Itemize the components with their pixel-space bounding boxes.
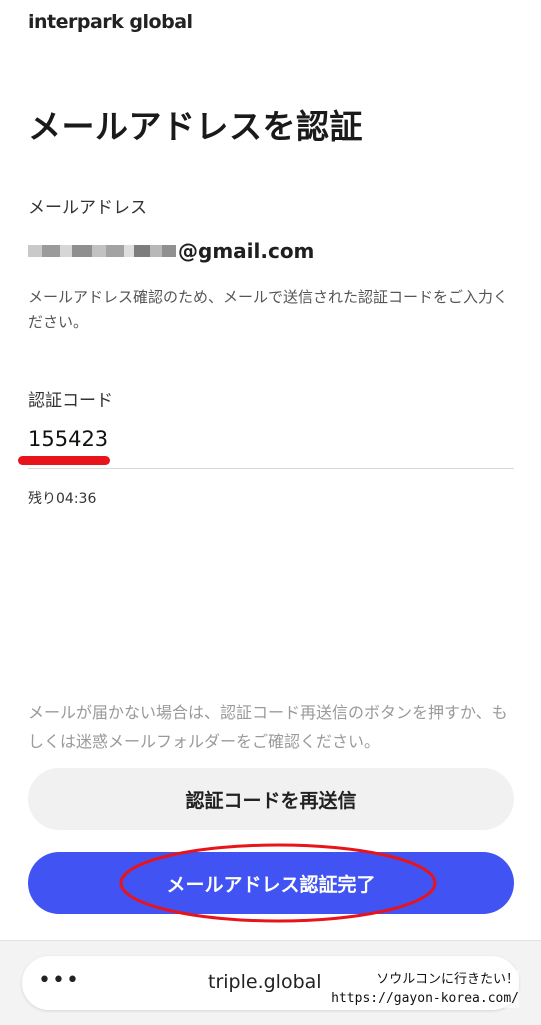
site-watermark: ソウルコンに行きたい！ https://gayon-korea.com/ xyxy=(331,970,519,1008)
more-dots-icon[interactable]: ••• xyxy=(38,970,80,992)
interpark-global-logo: interpark global xyxy=(28,11,193,33)
resend-code-button[interactable]: 認証コードを再送信 xyxy=(28,768,514,830)
code-label: 認証コード xyxy=(28,391,113,411)
complete-verification-button[interactable]: メールアドレス認証完了 xyxy=(28,852,514,914)
email-address: @gmail.com xyxy=(28,236,314,266)
remaining-timer: 残り04:36 xyxy=(28,491,97,507)
annotation-underline xyxy=(18,456,110,465)
email-label: メールアドレス xyxy=(28,198,147,218)
page-title: メールアドレスを認証 xyxy=(28,107,363,146)
resend-notice: メールが届かない場合は、認証コード再送信のボタンを押すか、もしくは迷惑メールフォ… xyxy=(28,703,508,751)
url-text: triple.global xyxy=(208,971,322,993)
email-help-text: メールアドレス確認のため、メールで送信された認証コードをご入力ください。 xyxy=(28,288,509,331)
watermark-line1: ソウルコンに行きたい！ xyxy=(376,972,519,987)
email-mask-blur xyxy=(28,241,176,261)
email-domain: @gmail.com xyxy=(178,239,315,263)
watermark-line2: https://gayon-korea.com/ xyxy=(331,991,519,1006)
